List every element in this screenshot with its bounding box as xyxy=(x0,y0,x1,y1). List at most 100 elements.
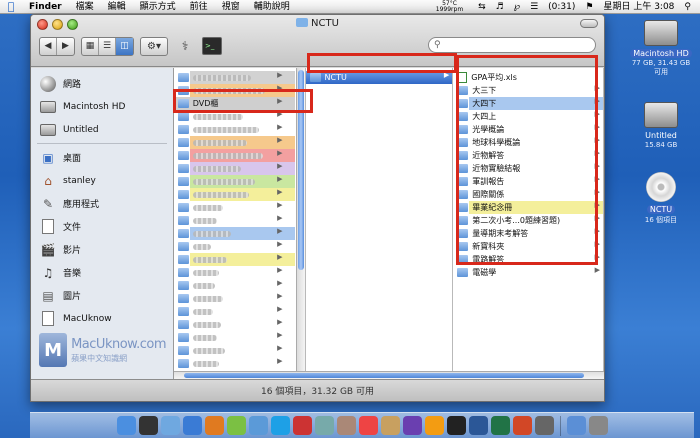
stethoscope-icon[interactable]: ⚕ xyxy=(174,35,196,57)
col1-row[interactable]: ▶ xyxy=(174,123,295,136)
adium-icon[interactable] xyxy=(248,416,268,435)
menu-finder[interactable]: Finder xyxy=(22,0,69,14)
scroll-thumb[interactable] xyxy=(297,70,304,270)
terminal-icon[interactable]: >_ xyxy=(202,37,222,55)
menu-window[interactable]: 視窗 xyxy=(215,0,247,14)
terminal-icon[interactable] xyxy=(446,416,466,435)
network-icon[interactable] xyxy=(534,416,554,435)
folder-icon[interactable] xyxy=(566,416,586,435)
horizontal-scrollbar[interactable] xyxy=(174,371,604,379)
col1-row[interactable]: DVD櫃 ▶ xyxy=(173,97,295,110)
skype-icon[interactable] xyxy=(270,416,290,435)
desktop-macintosh-hd[interactable]: Macintosh HD 77 GB, 31.43 GB 可用 xyxy=(628,20,694,77)
col3-row[interactable]: 軍訓報告 ▶ xyxy=(453,175,603,188)
col1-row[interactable]: ▶ xyxy=(173,149,295,162)
desktop-nctu[interactable]: NCTU 16 個項目 xyxy=(628,172,694,225)
sidebar-item-desktop[interactable]: ▣ 桌面 xyxy=(31,146,173,169)
column-1-scrollbar[interactable] xyxy=(295,68,305,379)
temperature-readout[interactable]: 57°C 1999rpm xyxy=(426,1,473,13)
bluetooth-icon[interactable]: ℘ xyxy=(509,0,525,14)
menu-go[interactable]: 前往 xyxy=(183,0,215,14)
ical-icon[interactable] xyxy=(292,416,312,435)
col1-row[interactable]: ▶ xyxy=(174,240,295,253)
col1-row[interactable]: ▶ xyxy=(174,292,295,305)
alien-icon[interactable] xyxy=(226,416,246,435)
col1-row[interactable]: ▶ xyxy=(174,214,295,227)
photo-icon[interactable] xyxy=(380,416,400,435)
menu-file[interactable]: 檔案 xyxy=(69,0,101,14)
col1-row[interactable]: ▶ xyxy=(173,175,295,188)
col1-row[interactable]: ▶ xyxy=(173,84,295,97)
col3-row[interactable]: 地球科學概論 ▶ xyxy=(453,136,603,149)
col3-row[interactable]: 近物解答 ▶ xyxy=(453,149,603,162)
safari-icon[interactable] xyxy=(182,416,202,435)
list-view-button[interactable]: ☰ xyxy=(99,37,116,55)
col1-row[interactable]: ▶ xyxy=(174,279,295,292)
col1-row[interactable]: ▶ xyxy=(174,344,295,357)
sidebar-item-macuknow[interactable]: MacUknow xyxy=(31,307,173,330)
finder-icon[interactable] xyxy=(116,416,136,435)
col1-row[interactable]: ▶ xyxy=(173,162,295,175)
col1-row[interactable]: ▶ xyxy=(174,201,295,214)
sidebar-item-network[interactable]: 網路 xyxy=(31,72,173,95)
trash-icon[interactable] xyxy=(588,416,608,435)
forward-button[interactable]: ▶ xyxy=(57,38,74,55)
icon-view-button[interactable]: ▦ xyxy=(82,37,99,55)
col3-row[interactable]: 大四下 ▶ xyxy=(453,97,603,110)
col1-row[interactable]: ▶ xyxy=(174,266,295,279)
col1-row[interactable]: ▶ xyxy=(173,253,295,266)
column-view-button[interactable]: ◫ xyxy=(116,37,133,55)
hscroll-thumb[interactable] xyxy=(184,373,584,378)
calendar-icon[interactable] xyxy=(358,416,378,435)
spotlight-icon[interactable]: ⚲ xyxy=(679,0,696,14)
sidebar-item-pictures[interactable]: ▤ 圖片 xyxy=(31,284,173,307)
col1-row[interactable]: ▶ xyxy=(173,188,295,201)
col1-row[interactable]: ▶ xyxy=(173,71,295,84)
col1-row[interactable]: ▶ xyxy=(173,136,295,149)
flag-icon[interactable]: ⚑ xyxy=(580,0,598,14)
sidebar-item-documents[interactable]: 文件 xyxy=(31,215,173,238)
firefox-icon[interactable] xyxy=(204,416,224,435)
col1-row[interactable]: ▶ xyxy=(174,357,295,370)
vlc-icon[interactable] xyxy=(424,416,444,435)
wifi-icon[interactable]: ☰ xyxy=(525,0,543,14)
search-input[interactable] xyxy=(443,40,584,50)
action-menu-button[interactable]: ⚙▾ xyxy=(140,36,168,56)
itunes-icon[interactable] xyxy=(402,416,422,435)
col3-row[interactable]: 電磁學 ▶ xyxy=(453,266,603,279)
menu-view[interactable]: 顯示方式 xyxy=(133,0,183,14)
dashboard-icon[interactable] xyxy=(138,416,158,435)
sidebar-item-stanley[interactable]: ⌂ stanley xyxy=(31,169,173,192)
sidebar-item-movies[interactable]: 🎬 影片 xyxy=(31,238,173,261)
col3-row[interactable]: 新寶科夾 ▶ xyxy=(453,240,603,253)
col2-row[interactable]: NCTU ▶ xyxy=(305,71,453,84)
col1-row[interactable]: ▶ xyxy=(174,318,295,331)
excel-icon[interactable] xyxy=(490,416,510,435)
col3-row[interactable]: 大三下 ▶ xyxy=(453,84,603,97)
col1-row[interactable]: ▶ xyxy=(174,305,295,318)
col3-row[interactable]: 第二次小考...0題練習題) ▶ xyxy=(453,214,603,227)
toolbar-toggle-button[interactable] xyxy=(580,19,598,28)
col3-row[interactable]: 量導期末考解答 ▶ xyxy=(453,227,603,240)
address-book-icon[interactable] xyxy=(336,416,356,435)
col3-row[interactable]: GPA平均.xls xyxy=(453,71,603,84)
menu-help[interactable]: 輔助說明 xyxy=(247,0,297,14)
desktop-untitled[interactable]: Untitled 15.84 GB xyxy=(628,102,694,149)
col1-row[interactable]: ▶ xyxy=(174,331,295,344)
clock[interactable]: 星期日 上午 3:08 xyxy=(598,0,679,14)
col1-row[interactable]: ▶ xyxy=(173,227,295,240)
col3-row[interactable]: 電路解答 ▶ xyxy=(453,253,603,266)
col3-row[interactable]: 國際關係 ▶ xyxy=(453,188,603,201)
col1-row[interactable]: ▶ xyxy=(174,110,295,123)
sidebar-item-applications[interactable]: ✎ 應用程式 xyxy=(31,192,173,215)
mail-icon[interactable] xyxy=(160,416,180,435)
sync-icon[interactable]: ⇆ xyxy=(473,0,491,14)
volume-icon[interactable]: ♬ xyxy=(491,0,509,14)
col3-row[interactable]: 畢業紀念冊 ▶ xyxy=(453,201,603,214)
sidebar-item-macintosh-hd[interactable]: Macintosh HD xyxy=(31,95,173,118)
battery-status[interactable]: (0:31) xyxy=(543,0,580,14)
menu-edit[interactable]: 編輯 xyxy=(101,0,133,14)
search-field[interactable]: ⚲ xyxy=(428,37,596,53)
sidebar-item-music[interactable]: ♫ 音樂 xyxy=(31,261,173,284)
preview-icon[interactable] xyxy=(314,416,334,435)
